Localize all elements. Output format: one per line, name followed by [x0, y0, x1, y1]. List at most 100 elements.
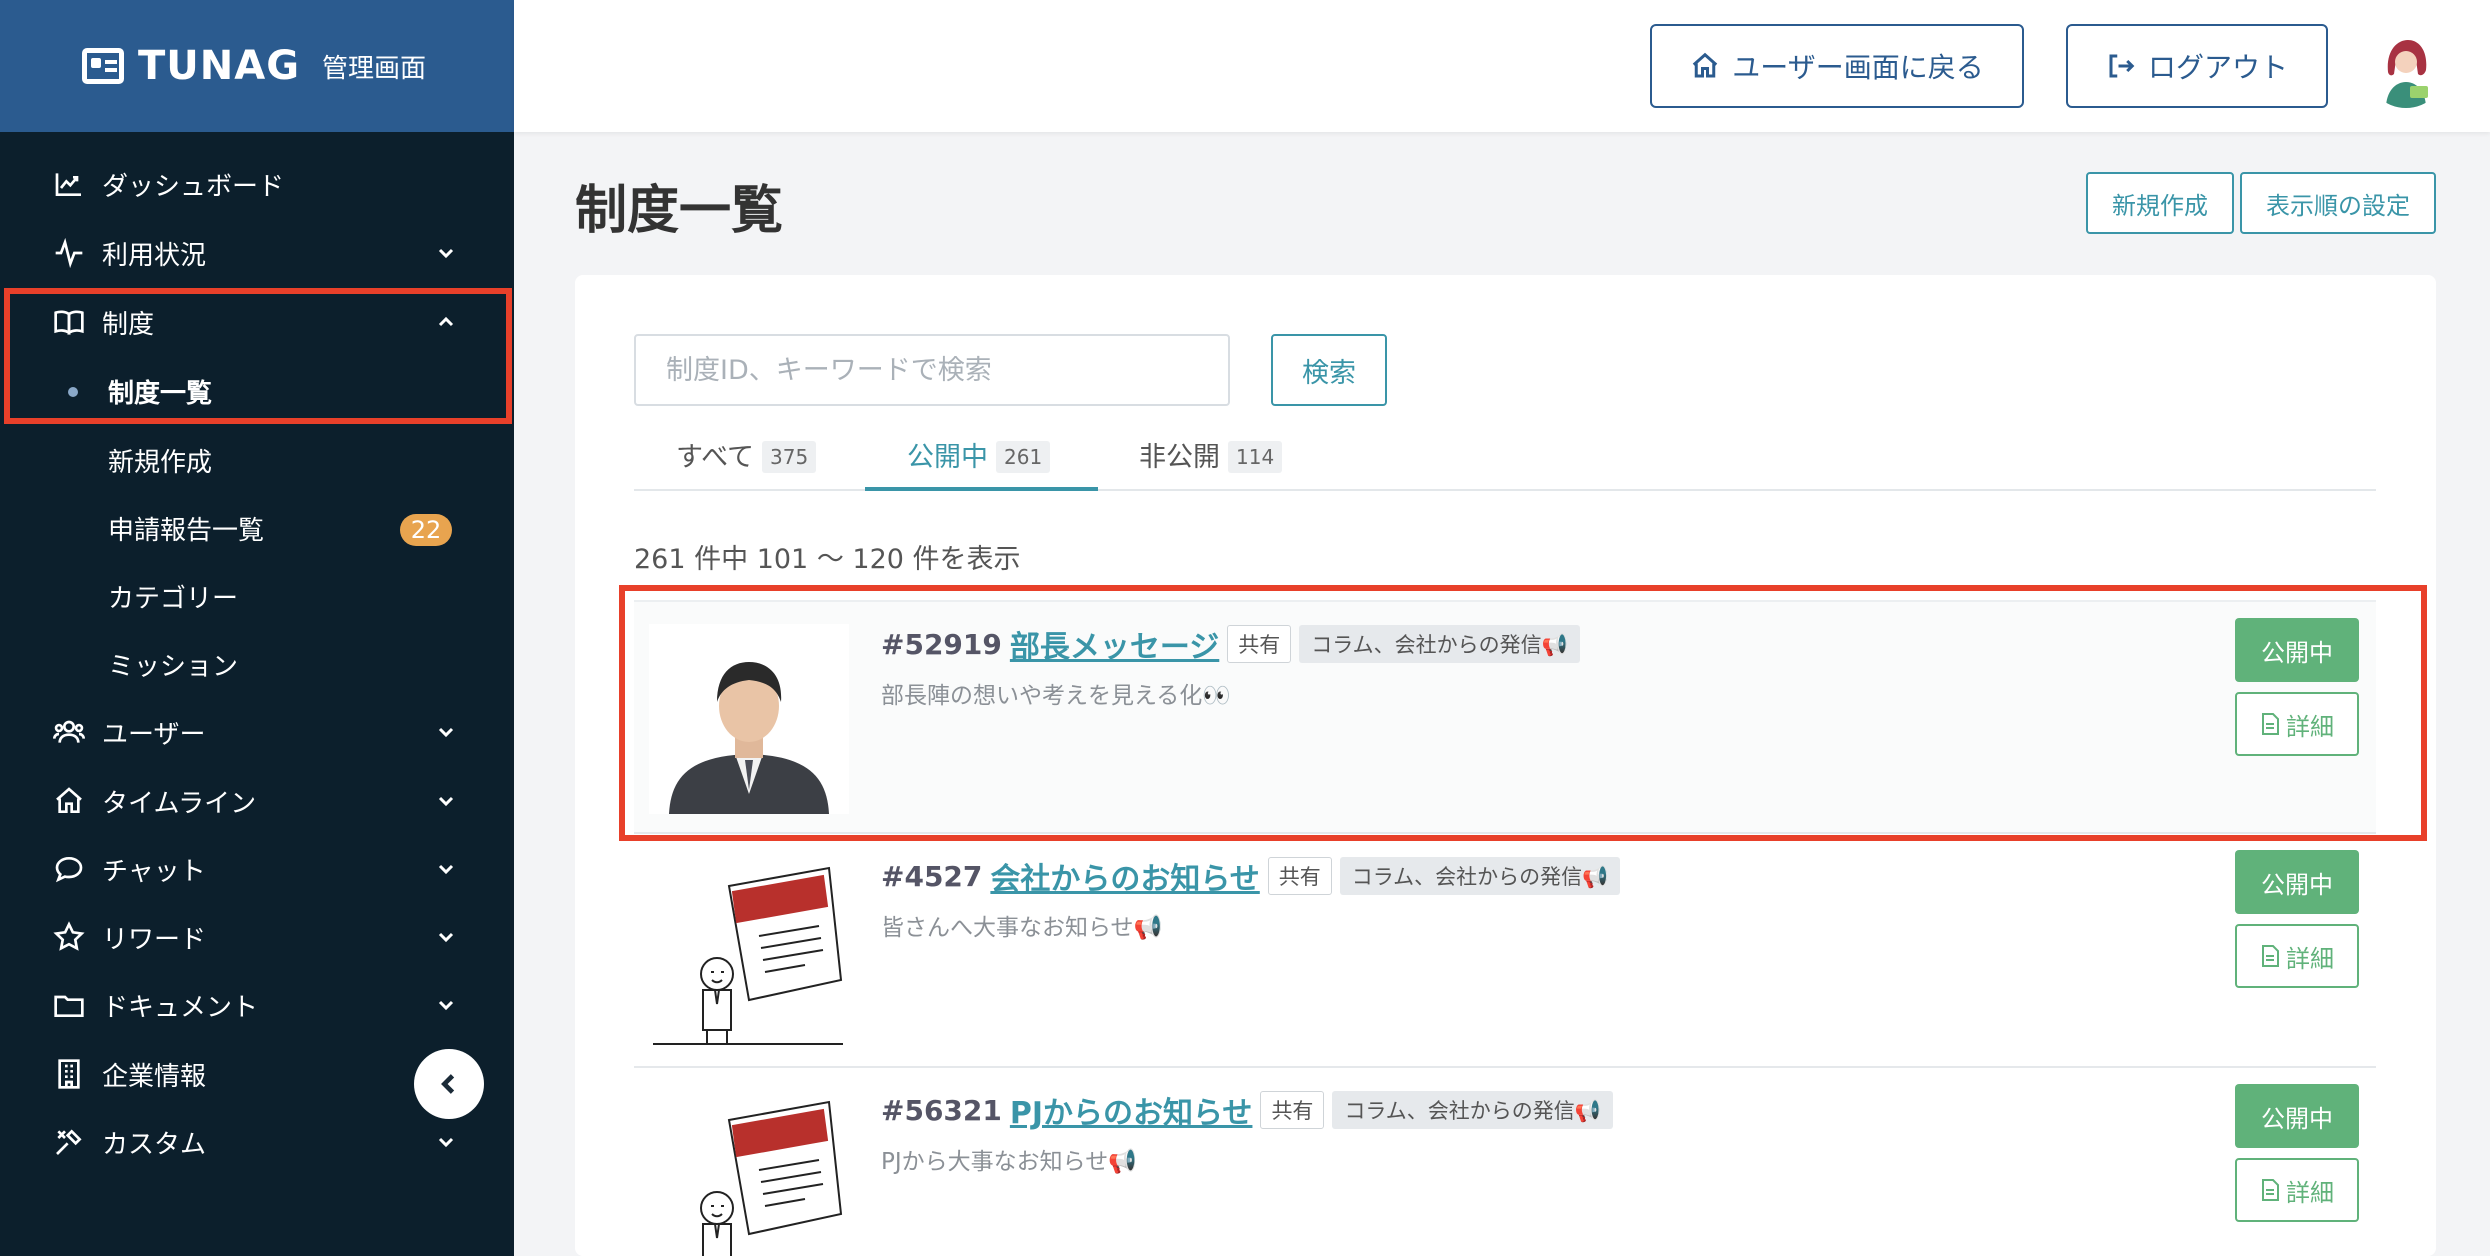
- sidebar-subitem-category[interactable]: カテゴリー: [0, 562, 514, 630]
- status-button[interactable]: 公開中: [2235, 1084, 2359, 1148]
- sidebar-item-label: ユーザー: [102, 719, 206, 750]
- chevron-down-icon: [434, 925, 458, 949]
- new-system-button[interactable]: 新規作成: [2086, 172, 2234, 234]
- sidebar-item-timeline[interactable]: タイムライン: [0, 767, 514, 835]
- logout-icon: [2109, 54, 2135, 78]
- item-title-link[interactable]: 会社からのお知らせ: [990, 854, 1259, 898]
- sidebar-item-users[interactable]: ユーザー: [0, 698, 514, 766]
- category-tag: コラム、会社からの発信📢: [1339, 857, 1621, 895]
- detail-label: 詳細: [2286, 1178, 2334, 1207]
- sidebar-subitem-reports[interactable]: 申請報告一覧 22: [0, 494, 514, 562]
- item-title-link[interactable]: PJからのお知らせ: [1010, 1088, 1253, 1132]
- tab-published[interactable]: 公開中 261: [907, 433, 1051, 491]
- sidebar-item-label: ダッシュボード: [102, 171, 285, 202]
- status-tabs: すべて 375 公開中 261 非公開 114: [634, 433, 2376, 491]
- page-title: 制度一覧: [575, 181, 784, 241]
- sidebar-item-custom[interactable]: カスタム: [0, 1108, 514, 1176]
- detail-label: 詳細: [2286, 944, 2334, 973]
- tab-private[interactable]: 非公開 114: [1139, 433, 1283, 491]
- item-id: #4527: [881, 859, 983, 893]
- brand-logo[interactable]: TUNAG 管理画面: [0, 0, 514, 132]
- tools-icon: [52, 1125, 86, 1159]
- chevron-down-icon: [434, 241, 458, 265]
- user-avatar[interactable]: [2366, 28, 2446, 108]
- share-tag: 共有: [1267, 857, 1332, 895]
- display-order-button[interactable]: 表示順の設定: [2240, 172, 2436, 234]
- brand-name: TUNAG: [138, 43, 301, 89]
- sidebar-item-chat[interactable]: チャット: [0, 835, 514, 903]
- sidebar-highlight-annotation: [4, 288, 512, 424]
- chevron-down-icon: [434, 993, 458, 1017]
- sidebar-subitem-mission[interactable]: ミッション: [0, 630, 514, 698]
- tab-count: 114: [1228, 441, 1283, 473]
- building-icon: [52, 1057, 86, 1091]
- chevron-down-icon: [434, 1130, 458, 1154]
- chevron-down-icon: [434, 857, 458, 881]
- sidebar-item-reward[interactable]: リワード: [0, 903, 514, 971]
- tab-count: 375: [762, 441, 817, 473]
- document-icon: [2262, 945, 2279, 967]
- item-description: 皆さんへ大事なお知らせ📢: [881, 915, 1163, 941]
- chevron-down-icon: [434, 789, 458, 813]
- detail-button[interactable]: 詳細: [2235, 1158, 2359, 1222]
- search-button[interactable]: 検索: [1271, 334, 1387, 406]
- share-tag: 共有: [1260, 1091, 1325, 1129]
- users-icon: [52, 715, 86, 749]
- category-tag: コラム、会社からの発信📢: [1332, 1091, 1613, 1129]
- star-icon: [52, 920, 86, 954]
- pulse-icon: [52, 236, 86, 270]
- logout-button[interactable]: ログアウト: [2066, 24, 2328, 108]
- sidebar: TUNAG 管理画面 ダッシュボード 利用状況 制度 制度一覧 新規作成 申請報…: [0, 0, 514, 1256]
- brand-subtitle: 管理画面: [322, 53, 427, 84]
- sidebar-item-dashboard[interactable]: ダッシュボード: [0, 150, 514, 218]
- home-icon: [1693, 52, 1718, 78]
- chevron-left-icon: [441, 1074, 455, 1094]
- item-thumbnail[interactable]: [649, 1090, 849, 1256]
- sidebar-subitem-label: 新規作成: [108, 447, 213, 478]
- row-highlight-annotation: [619, 585, 2427, 841]
- item-description: PJから大事なお知らせ📢: [881, 1149, 1137, 1175]
- tab-label: 非公開: [1139, 442, 1220, 473]
- tab-all[interactable]: すべて 375: [676, 433, 817, 491]
- sidebar-item-usage[interactable]: 利用状況: [0, 219, 514, 287]
- sidebar-item-label: タイムライン: [102, 788, 257, 819]
- chat-bubble-icon: [52, 852, 86, 886]
- sidebar-subitem-label: ミッション: [108, 651, 239, 682]
- sidebar-item-document[interactable]: ドキュメント: [0, 971, 514, 1039]
- sidebar-item-label: ドキュメント: [102, 992, 259, 1023]
- active-tab-underline: [865, 487, 1098, 491]
- reports-count-badge: 22: [400, 514, 452, 546]
- sidebar-item-label: チャット: [102, 856, 206, 887]
- chart-line-icon: [52, 167, 86, 201]
- list-item: #4527 会社からのお知らせ 共有 コラム、会社からの発信📢 皆さんへ大事なお…: [634, 834, 2376, 1068]
- item-thumbnail[interactable]: [649, 856, 849, 1046]
- logout-label: ログアウト: [2147, 51, 2288, 84]
- top-header: ユーザー画面に戻る ログアウト: [514, 0, 2490, 132]
- sidebar-item-label: 企業情報: [102, 1061, 207, 1092]
- result-count-text: 261 件中 101 〜 120 件を表示: [634, 544, 1021, 575]
- sidebar-collapse-button[interactable]: [414, 1049, 484, 1119]
- tab-label: すべて: [676, 442, 755, 473]
- tunag-logo-icon: [82, 48, 124, 84]
- sidebar-item-label: 利用状況: [102, 240, 207, 271]
- item-id: #56321: [881, 1093, 1002, 1127]
- item-title-line: #4527 会社からのお知らせ 共有 コラム、会社からの発信📢: [881, 854, 1621, 898]
- chevron-down-icon: [434, 720, 458, 744]
- document-icon: [2262, 1179, 2279, 1201]
- sidebar-item-label: リワード: [102, 924, 207, 955]
- home-icon: [52, 784, 86, 818]
- item-title-line: #56321 PJからのお知らせ 共有 コラム、会社からの発信📢: [881, 1088, 1613, 1132]
- back-to-user-button[interactable]: ユーザー画面に戻る: [1650, 24, 2024, 108]
- sidebar-subitem-label: カテゴリー: [108, 583, 239, 614]
- sidebar-subitem-new[interactable]: 新規作成: [0, 426, 514, 494]
- status-button[interactable]: 公開中: [2235, 850, 2359, 914]
- tab-count: 261: [996, 441, 1051, 473]
- folder-icon: [52, 988, 86, 1022]
- search-input[interactable]: [634, 334, 1230, 406]
- back-to-user-label: ユーザー画面に戻る: [1732, 51, 1984, 84]
- list-item: #56321 PJからのお知らせ 共有 コラム、会社からの発信📢 PJから大事な…: [634, 1068, 2376, 1256]
- sidebar-item-label: カスタム: [102, 1129, 207, 1160]
- tab-label: 公開中: [907, 442, 988, 473]
- sidebar-subitem-label: 申請報告一覧: [108, 515, 265, 546]
- detail-button[interactable]: 詳細: [2235, 924, 2359, 988]
